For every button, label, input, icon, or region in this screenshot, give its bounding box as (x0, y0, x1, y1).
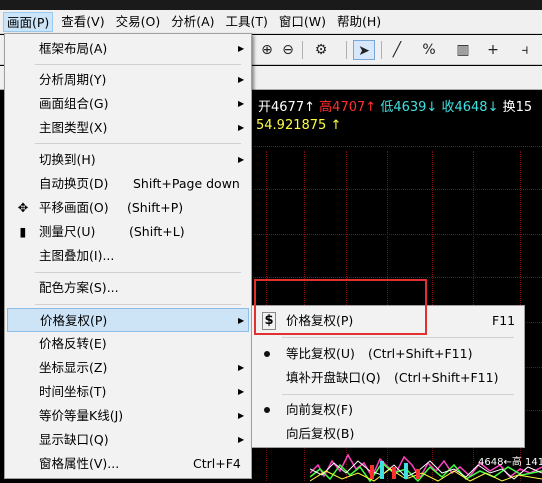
ma-value: 54.921875 ↑ (256, 118, 342, 133)
menu-item-axis-display[interactable]: 坐标显示(Z) ▶ (7, 356, 249, 380)
ruler-icon: ▮ (19, 224, 27, 239)
highlight-box (254, 279, 427, 335)
shortcut-text: Ctrl+F4 (193, 456, 241, 471)
submenu-arrow-icon: ▶ (238, 44, 245, 53)
menu-separator (35, 64, 241, 65)
turnover-label: 换15 (502, 100, 533, 115)
close-label: 收 (441, 100, 455, 115)
open-label: 开 (258, 100, 272, 115)
menu-separator (35, 272, 241, 273)
cursor-icon[interactable]: ➤ (353, 40, 375, 60)
menu-tools[interactable]: 工具(T) (223, 12, 271, 32)
low-label: 低 (380, 100, 394, 115)
line-tool-icon[interactable]: ╱ (386, 40, 408, 60)
title-bar-edge (0, 0, 542, 10)
menu-help[interactable]: 帮助(H) (334, 12, 384, 32)
close-value: 4648 (454, 100, 488, 115)
submenu-arrow-icon: ▶ (238, 99, 245, 108)
radio-checked-icon (264, 351, 270, 357)
grid-line (250, 189, 542, 190)
menu-item-price-adjust[interactable]: 价格复权(P) ▶ (7, 308, 249, 332)
menu-item-analysis-period[interactable]: 分析周期(Y) ▶ (7, 68, 249, 92)
menu-separator (282, 394, 514, 395)
shortcut-text: (Ctrl+Shift+F11) (368, 346, 473, 361)
menu-window[interactable]: 窗口(W) (276, 12, 329, 32)
menu-separator (35, 143, 241, 144)
menu-huamian[interactable]: 画面(P) (3, 11, 54, 32)
menu-view[interactable]: 查看(V) (58, 12, 107, 32)
shortcut-text: (Ctrl+Shift+F11) (394, 370, 499, 385)
menu-item-color-scheme[interactable]: 配色方案(S)... (7, 276, 249, 300)
menu-item-show-gap[interactable]: 显示缺口(Q) ▶ (7, 428, 249, 452)
huamian-dropdown-menu: 框架布局(A) ▶ 分析周期(Y) ▶ 画面组合(G) ▶ 主图类型(X) ▶ 切换到(… (4, 33, 252, 479)
menu-item-auto-page[interactable]: 自动换页(D) Shift+Page down (7, 172, 249, 196)
move-icon: ✥ (17, 200, 29, 215)
menu-item-switch-to[interactable]: 切换到(H) ▶ (7, 148, 249, 172)
menu-separator (282, 337, 514, 338)
percent-icon[interactable]: % (420, 40, 438, 60)
shortcut-text: F11 (492, 313, 516, 328)
open-value: 4677 (271, 100, 305, 115)
zoom-in-icon[interactable]: ⊕ (258, 40, 276, 60)
toolbar-separator (302, 41, 303, 59)
up-arrow-icon: ↑ (365, 100, 377, 115)
submenu-arrow-icon: ▶ (238, 316, 245, 325)
high-value: 4707 (332, 100, 366, 115)
toolbar-separator (346, 41, 347, 59)
low-value: 4639 (393, 100, 427, 115)
grid-line (250, 146, 542, 147)
bottom-price-text: 4648←高 141 (478, 455, 542, 468)
bars-icon[interactable]: ▥ (452, 40, 474, 60)
submenu-arrow-icon: ▶ (238, 123, 245, 132)
shortcut-text: Shift+Page down (133, 176, 240, 191)
menu-item-frame-layout[interactable]: 框架布局(A) ▶ (7, 37, 249, 61)
settings-icon[interactable]: ⚙ (308, 40, 334, 60)
menu-item-main-chart-type[interactable]: 主图类型(X) ▶ (7, 116, 249, 140)
submenu-arrow-icon: ▶ (238, 411, 245, 420)
menu-bar: 画面(P) 查看(V) 交易(O) 分析(A) 工具(T) 窗口(W) 帮助(H… (0, 0, 542, 34)
plus-icon[interactable]: + (484, 40, 502, 60)
menu-analysis[interactable]: 分析(A) (168, 12, 217, 32)
grid-line (250, 234, 542, 235)
menu-item-price-invert[interactable]: 价格反转(E) (7, 332, 249, 356)
menu-item-screen-combination[interactable]: 画面组合(G) ▶ (7, 92, 249, 116)
zoom-out-icon[interactable]: ⊖ (279, 40, 297, 60)
submenu-item-forward-adjust[interactable]: 向前复权(F) (254, 398, 522, 422)
high-label: 高 (319, 100, 333, 115)
submenu-arrow-icon: ▶ (238, 75, 245, 84)
menu-item-pane-properties[interactable]: 窗格属性(V)... Ctrl+F4 (7, 452, 249, 476)
submenu-item-backward-adjust[interactable]: 向后复权(B) (254, 422, 522, 446)
toolbar-separator (381, 41, 382, 59)
grid-line (250, 277, 542, 278)
quote-line: 开4677↑ 高4707↑ 低4639↓ 收4648↓ 换15 (258, 96, 532, 115)
submenu-arrow-icon: ▶ (238, 363, 245, 372)
down-arrow-icon: ↓ (487, 100, 499, 115)
menu-item-equal-kline[interactable]: 等价等量K线(J) ▶ (7, 404, 249, 428)
radio-checked-icon (264, 407, 270, 413)
menu-item-pan-screen[interactable]: ✥ 平移画面(O) (Shift+P) (7, 196, 249, 220)
menu-trade[interactable]: 交易(O) (113, 12, 164, 32)
submenu-arrow-icon: ▶ (238, 387, 245, 396)
down-arrow-icon: ↓ (426, 100, 438, 115)
submenu-arrow-icon: ▶ (238, 435, 245, 444)
candlestick-cluster: 4648←高 141 (310, 453, 542, 483)
submenu-arrow-icon: ▶ (238, 155, 245, 164)
submenu-item-fill-open-gap[interactable]: 填补开盘缺口(Q) (Ctrl+Shift+F11) (254, 366, 522, 390)
submenu-item-proportional-adjust[interactable]: 等比复权(U) (Ctrl+Shift+F11) (254, 342, 522, 366)
shortcut-text: (Shift+L) (129, 224, 185, 239)
menu-item-time-axis[interactable]: 时间坐标(T) ▶ (7, 380, 249, 404)
indent-icon[interactable]: ⫞ (516, 40, 534, 60)
menu-separator (35, 304, 241, 305)
shortcut-text: (Shift+P) (127, 200, 184, 215)
menu-item-overlay[interactable]: 主图叠加(I)... (7, 244, 249, 268)
up-arrow-icon: ↑ (304, 100, 316, 115)
menu-item-ruler[interactable]: ▮ 测量尺(U) (Shift+L) (7, 220, 249, 244)
